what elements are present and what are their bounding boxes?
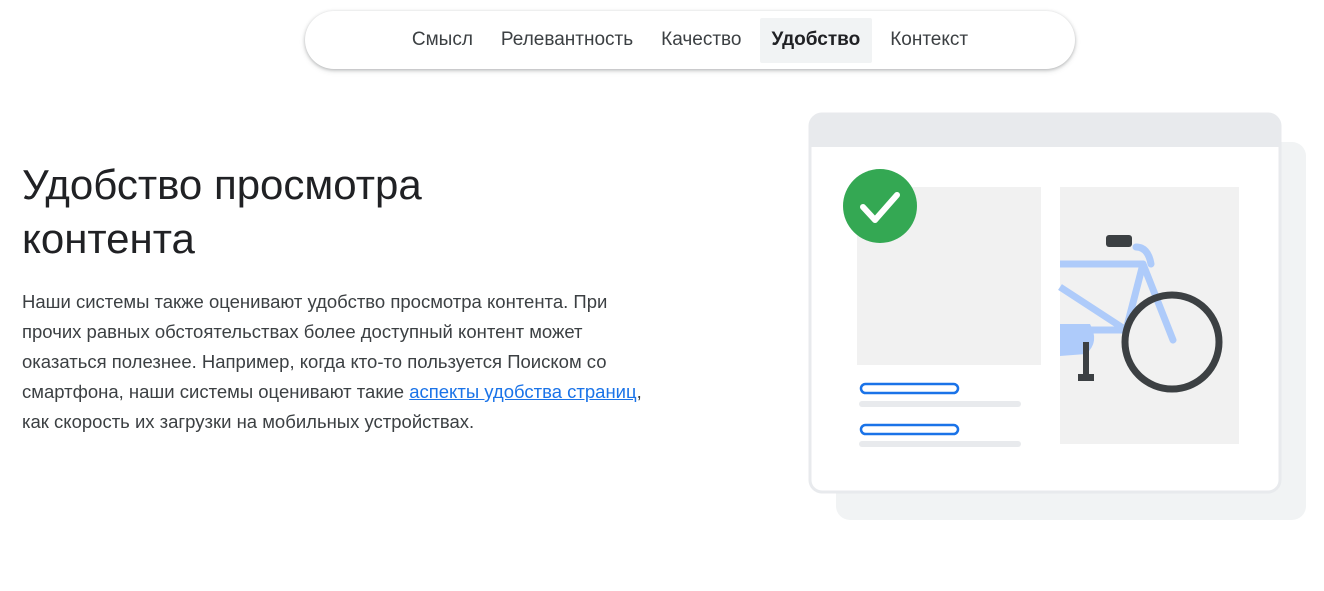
text-line-2 xyxy=(859,441,1021,447)
section-description: Наши системы также оценивают удобство пр… xyxy=(22,287,662,437)
checkmark-icon xyxy=(843,169,917,243)
tab-meaning[interactable]: Смысл xyxy=(402,18,483,63)
tab-usability[interactable]: Удобство xyxy=(759,17,873,63)
text-link-line-2 xyxy=(859,423,960,436)
page-experience-link[interactable]: аспекты удобства страниц xyxy=(409,381,636,402)
text-line-1 xyxy=(859,401,1021,407)
page: Смысл Релевантность Качество Удобство Ко… xyxy=(0,0,1324,591)
tab-context[interactable]: Контекст xyxy=(880,18,978,63)
text-link-line-1 xyxy=(859,382,960,395)
section-heading: Удобство просмотра контента xyxy=(22,161,422,262)
tab-quality[interactable]: Качество xyxy=(651,18,751,63)
browser-title-bar xyxy=(810,114,1280,147)
tab-relevance[interactable]: Релевантность xyxy=(491,18,643,63)
topic-tab-bar: Смысл Релевантность Качество Удобство Ко… xyxy=(305,11,1075,69)
usability-illustration xyxy=(808,112,1308,522)
